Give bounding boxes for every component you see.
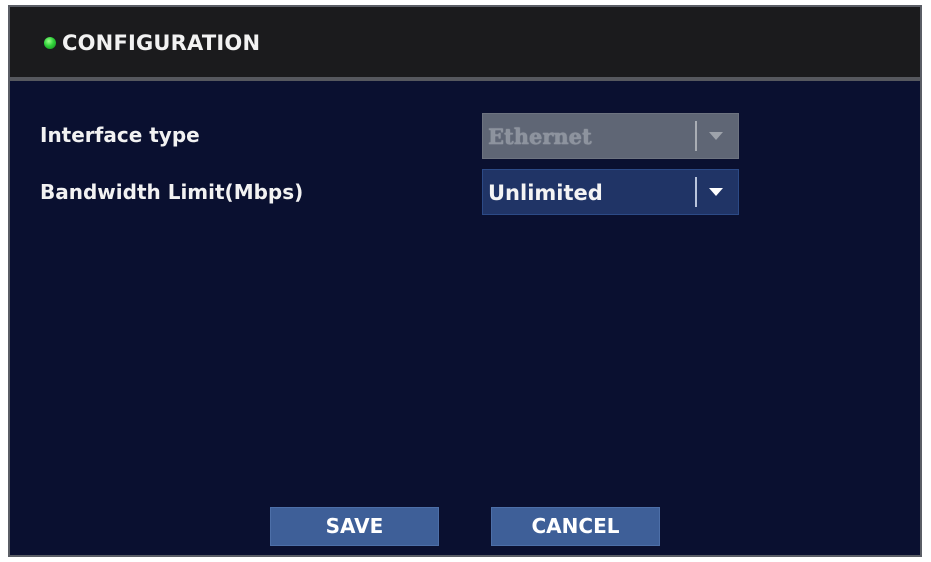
bandwidth-limit-value: Unlimited [488,181,603,205]
title-bar: CONFIGURATION [10,7,920,81]
chevron-down-icon [709,132,723,140]
save-button[interactable]: SAVE [270,507,439,546]
select-divider [695,121,697,151]
interface-type-value: Ethernet [488,124,592,149]
cancel-button[interactable]: CANCEL [491,507,660,546]
select-divider [695,177,697,207]
bandwidth-limit-label: Bandwidth Limit(Mbps) [40,180,304,204]
interface-type-select: Ethernet [482,113,739,159]
dialog-title: CONFIGURATION [62,31,261,55]
bandwidth-limit-select[interactable]: Unlimited [482,169,739,215]
configuration-dialog: CONFIGURATION Interface type Ethernet Ba… [8,5,922,557]
status-indicator-icon [44,37,56,49]
chevron-down-icon[interactable] [709,188,723,196]
interface-type-label: Interface type [40,123,200,147]
